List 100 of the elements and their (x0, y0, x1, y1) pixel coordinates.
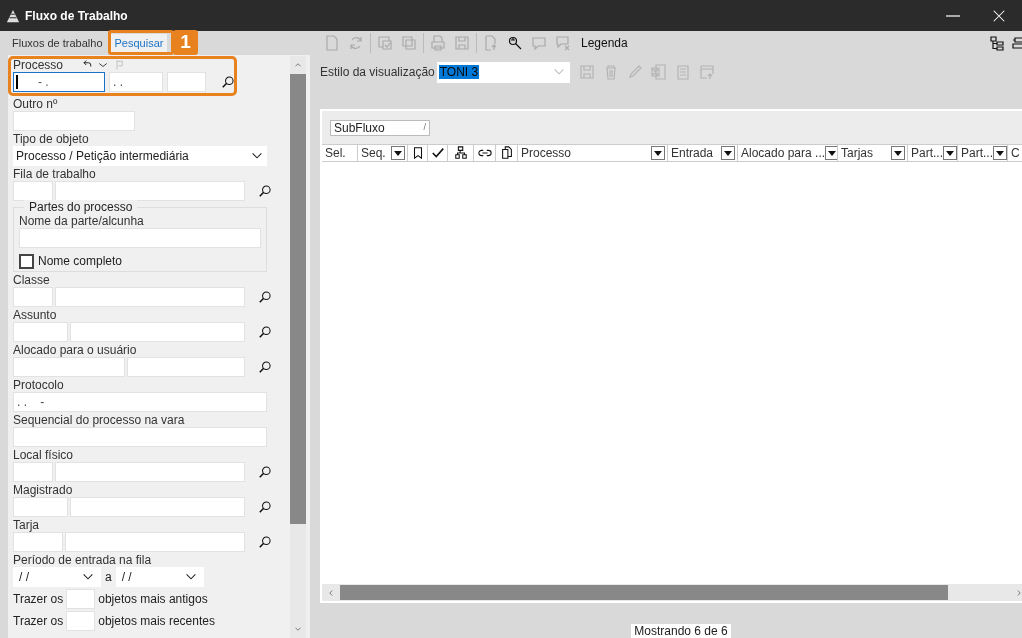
date-field[interactable]: / / (115, 567, 204, 587)
column-title: Tarjas (841, 145, 874, 161)
input-field[interactable] (55, 287, 245, 307)
close-icon (992, 8, 1006, 23)
dropdown[interactable]: Processo / Petição intermediária (13, 146, 267, 166)
text-cursor (16, 75, 18, 89)
input-field[interactable] (70, 322, 245, 342)
column-title: Processo (521, 145, 573, 161)
field-label: Tipo de objeto (13, 133, 90, 146)
printer-icon (430, 35, 446, 51)
caret-icon (724, 150, 732, 156)
field-label: Protocolo (13, 379, 65, 392)
input-field[interactable] (13, 111, 135, 131)
range-separator: a (105, 569, 112, 586)
column-header[interactable]: Seq. (358, 145, 408, 161)
field-label: Trazer os (13, 613, 64, 630)
input-field[interactable] (13, 287, 53, 307)
comment-icon (531, 35, 547, 51)
input-field[interactable] (13, 357, 125, 377)
field-label: Nome da parte/alcunha (19, 215, 145, 228)
sort-indicator: / (423, 120, 426, 134)
hierarchy-icon (453, 146, 468, 160)
input-field[interactable] (13, 532, 63, 552)
check-icon (430, 146, 445, 160)
input-field[interactable] (55, 462, 245, 482)
filter-dropdown[interactable] (825, 146, 837, 160)
tree-icon (989, 35, 1005, 51)
comment-remove-icon (555, 35, 571, 51)
chip-label: SubFluxo (334, 119, 386, 137)
input-field[interactable] (127, 357, 245, 377)
caret-icon (828, 150, 837, 156)
field-label: Fila de trabalho (13, 168, 97, 181)
input-field[interactable] (66, 611, 96, 631)
filter-dropdown[interactable] (891, 146, 905, 160)
search-person-icon (507, 35, 523, 51)
input-field[interactable] (13, 462, 53, 482)
field-label: Trazer os (13, 591, 64, 608)
field-label: objetos mais recentes (98, 613, 215, 630)
filter-dropdown[interactable] (993, 146, 1007, 160)
input-field[interactable]: . . (109, 72, 163, 92)
column-header[interactable]: Entrada (668, 145, 738, 161)
field-label: Tarja (13, 519, 40, 532)
spreadsheet-icon (650, 64, 667, 80)
input-field[interactable] (167, 72, 206, 92)
input-field[interactable]: . . - (13, 392, 267, 412)
column-header[interactable]: Part... (908, 145, 958, 161)
input-field[interactable] (19, 228, 261, 248)
input-field[interactable] (13, 181, 53, 201)
field-value: - . (38, 74, 49, 91)
filter-dropdown[interactable] (943, 146, 957, 160)
group-by-chip[interactable]: SubFluxo / (330, 119, 430, 136)
caret-icon (946, 150, 954, 156)
copy-icon (499, 146, 514, 160)
minimize-icon (946, 14, 960, 17)
input-field[interactable] (55, 181, 245, 201)
filter-dropdown[interactable] (391, 146, 405, 160)
input-field[interactable] (65, 532, 245, 552)
column-title: Seq. (361, 145, 387, 161)
caret-icon (894, 150, 902, 156)
input-field[interactable] (13, 322, 68, 342)
filter-dropdown[interactable] (721, 146, 735, 160)
input-field[interactable]: - . (13, 72, 105, 92)
date-field[interactable]: / / (13, 567, 101, 587)
field-value: . . - (17, 394, 45, 411)
scrollbar-thumb[interactable] (290, 74, 306, 524)
dropdown-value: TONI 3 (438, 65, 480, 79)
search-icon (258, 290, 272, 304)
caret-icon (394, 150, 402, 156)
dropdown[interactable]: TONI 3 (436, 61, 570, 83)
input-field[interactable] (70, 497, 245, 517)
caret-icon (654, 150, 662, 156)
export-icon (698, 64, 715, 80)
column-header[interactable]: Part... (958, 145, 1008, 161)
search-icon (258, 500, 272, 514)
filter-dropdown[interactable] (651, 146, 665, 160)
group-legend: Partes do processo (24, 200, 138, 214)
field-label: Sequencial do processo na vara (13, 414, 186, 427)
tab[interactable]: Pesquisar (110, 34, 168, 52)
input-field[interactable] (13, 427, 267, 447)
field-label: Período de entrada na fila (13, 554, 153, 567)
field-label: Magistrado (13, 484, 74, 497)
search-icon (258, 465, 272, 479)
column-header[interactable]: Processo (518, 145, 668, 161)
column-header[interactable]: Sel. (322, 145, 358, 161)
save-icon (454, 35, 470, 51)
app-logo-icon (6, 8, 20, 23)
vertical-scrollbar[interactable] (290, 56, 306, 638)
checkbox[interactable] (19, 253, 34, 269)
checked-window-icon (377, 35, 393, 51)
scrollbar-thumb[interactable] (340, 585, 948, 600)
column-title: Sel. (325, 145, 347, 161)
legend-button[interactable]: Legenda (581, 34, 628, 52)
search-icon (258, 325, 272, 339)
column-header[interactable]: Tarjas (838, 145, 908, 161)
document-icon (324, 35, 340, 51)
field-label: Local físico (13, 449, 75, 462)
tab[interactable]: Fluxos de trabalho (8, 34, 107, 52)
horizontal-scrollbar[interactable] (322, 584, 1022, 601)
input-field[interactable] (13, 497, 68, 517)
input-field[interactable] (66, 589, 96, 609)
